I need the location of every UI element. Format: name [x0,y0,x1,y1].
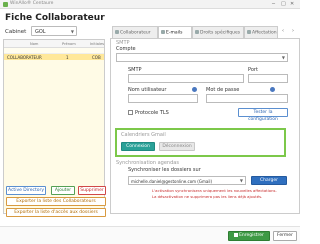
tls-label: Protocole TLS [135,110,169,116]
user-icon [115,30,119,34]
tls-checkbox[interactable] [128,110,133,115]
app-logo-icon [3,2,8,7]
tab-emails[interactable]: E-mails [158,26,192,38]
sync-warning-1: L'activation synchronisera uniquement le… [152,188,277,193]
sync-folders-label: Synchroniser les dossiers sur [128,167,201,173]
close-window-icon[interactable]: ✕ [290,1,294,7]
connect-button[interactable]: Connexion [121,142,155,151]
info-icon[interactable] [270,87,275,92]
compte-label: Compte [116,46,136,52]
active-directory-button[interactable]: Active Directory [6,186,46,195]
compte-select[interactable]: ▼ [116,53,288,62]
charger-button[interactable]: Charger [251,176,287,185]
add-button[interactable]: Ajouter [51,186,75,195]
table-header: Nom Prénom Initiales [4,40,104,48]
smtp-label: SMTP [128,67,142,73]
column-prenom[interactable]: Prénom [62,42,76,46]
column-initiales[interactable]: Initiales [90,42,104,46]
tab-bar: Collaborateur E-mails Droits spécifiques… [110,26,300,38]
chevron-down-icon: ▼ [281,55,285,60]
password-input[interactable] [206,94,288,103]
sync-warning-2: La désactivation ne supprimera pas les l… [152,194,263,199]
port-label: Port [248,67,258,73]
tab-prev-icon[interactable]: ‹ [282,28,284,34]
link-icon [247,30,251,34]
username-input[interactable] [128,94,198,103]
gmail-calendars-section: Calendriers Gmail Connexion Déconnexion [115,128,286,157]
sync-account-value: michelle.daniel@gestonline.com (Gmail) [131,179,213,184]
chevron-down-icon: ▼ [239,178,243,183]
close-button[interactable]: Fermer [273,231,297,241]
chevron-down-icon: ▼ [70,29,74,34]
tab-next-icon[interactable]: › [292,28,294,34]
mail-icon [161,30,165,34]
export-collaborators-button[interactable]: Exporter la liste des Collaborateurs [6,197,106,206]
sync-account-select[interactable]: michelle.daniel@gestonline.com (Gmail) ▼ [128,176,246,185]
minimize-icon[interactable]: ─ [272,1,275,7]
column-nom[interactable]: Nom [30,42,38,46]
window-titlebar: WinAllo® Centaure ─ □ ✕ [0,0,300,9]
page-title: Fiche Collaborateur [5,13,105,23]
password-label: Mot de passe [206,87,240,93]
smtp-input[interactable] [128,74,244,83]
delete-button[interactable]: Supprimer [78,186,106,195]
cabinet-select[interactable]: GOL ▼ [31,26,77,36]
tab-droits-specifiques[interactable]: Droits spécifiques [192,26,244,38]
info-icon[interactable] [192,87,197,92]
maximize-icon[interactable]: □ [281,1,286,7]
footer-bar: Enregistrer Fermer [0,226,300,244]
test-configuration-button[interactable]: Tester la configuration [238,108,288,122]
save-icon [234,232,239,237]
window-title: WinAllo® Centaure [10,1,54,6]
save-button[interactable]: Enregistrer [228,231,270,241]
tab-affectation[interactable]: Affectation [244,26,278,38]
port-input[interactable] [248,74,288,83]
username-label: Nom utilisateur [128,87,167,93]
gmail-section-title: Calendriers Gmail [121,132,166,138]
disconnect-button[interactable]: Déconnexion [159,142,195,151]
sync-section-title: Synchronisation agendas [116,160,179,166]
cabinet-label: Cabinet [5,29,27,35]
tab-collaborateur[interactable]: Collaborateur [112,26,158,38]
key-icon [195,30,199,34]
cabinet-value: GOL [35,29,46,35]
export-access-button[interactable]: Exporter la liste d'accès aux dossiers [6,208,106,217]
